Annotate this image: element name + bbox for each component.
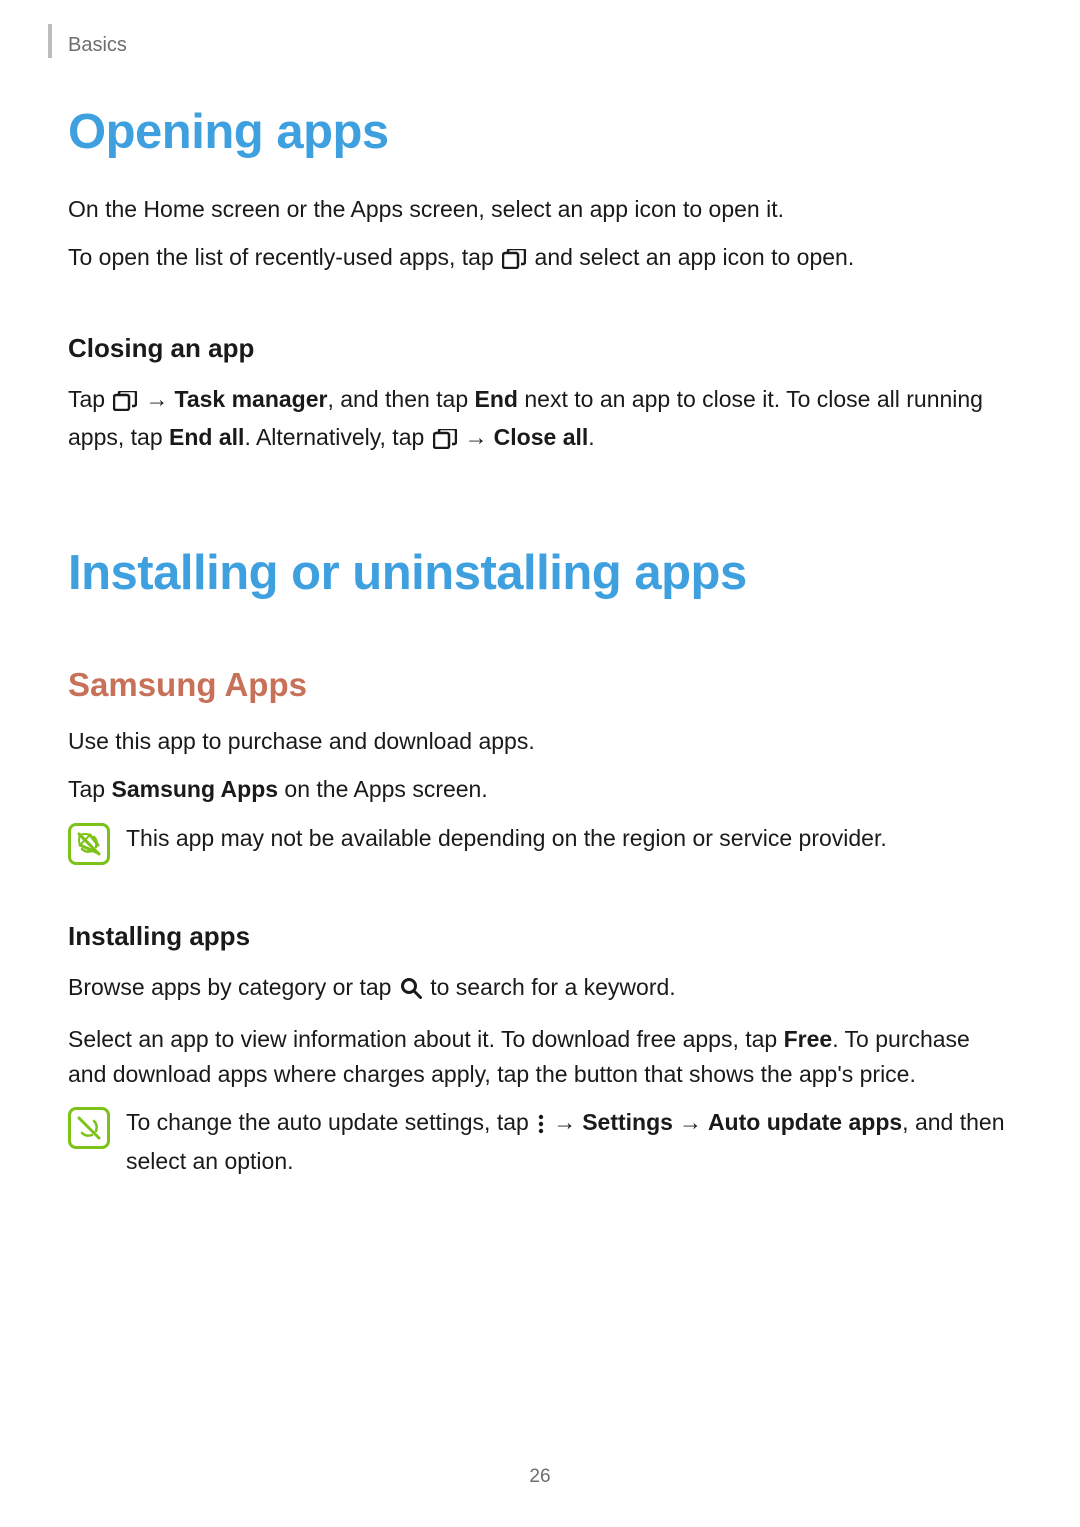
heading-opening-apps: Opening apps <box>68 96 1012 170</box>
more-options-icon <box>537 1109 545 1144</box>
label-settings: Settings <box>582 1109 673 1135</box>
label-free: Free <box>784 1026 833 1052</box>
text-segment: , and then tap <box>327 386 474 412</box>
heading-closing-an-app: Closing an app <box>68 329 1012 368</box>
text-segment: Select an app to view information about … <box>68 1026 784 1052</box>
recent-apps-icon <box>433 424 457 459</box>
note-text: This app may not be available depending … <box>126 821 1012 856</box>
heading-samsung-apps: Samsung Apps <box>68 660 1012 710</box>
note-icon <box>68 1107 110 1149</box>
text-segment: Tap <box>68 386 111 412</box>
paragraph-install-2: Select an app to view information about … <box>68 1022 1012 1091</box>
recent-apps-icon <box>502 244 526 279</box>
arrow-icon: → <box>553 1109 576 1135</box>
text-segment: and select an app icon to open. <box>528 244 854 270</box>
text-segment: To change the auto update settings, tap <box>126 1109 535 1135</box>
label-close-all: Close all <box>494 424 589 450</box>
header-divider <box>48 24 52 58</box>
page-content: Opening apps On the Home screen or the A… <box>68 96 1012 1194</box>
label-end-all: End all <box>169 424 244 450</box>
paragraph-opening-1: On the Home screen or the Apps screen, s… <box>68 192 1012 227</box>
recent-apps-icon <box>113 386 137 421</box>
paragraph-samsung-2: Tap Samsung Apps on the Apps screen. <box>68 772 1012 807</box>
text-segment: . Alternatively, tap <box>244 424 430 450</box>
note-block: To change the auto update settings, tap … <box>68 1105 1012 1178</box>
text-segment: Tap <box>68 776 111 802</box>
paragraph-samsung-1: Use this app to purchase and download ap… <box>68 724 1012 759</box>
text-segment: to search for a keyword. <box>424 974 676 1000</box>
search-icon <box>400 974 422 1009</box>
label-task-manager: Task manager <box>174 386 327 412</box>
label-auto-update-apps: Auto update apps <box>708 1109 902 1135</box>
paragraph-install-1: Browse apps by category or tap to search… <box>68 970 1012 1009</box>
text-segment: To open the list of recently-used apps, … <box>68 244 500 270</box>
text-segment: . <box>588 424 594 450</box>
paragraph-closing: Tap →Task manager, and then tap End next… <box>68 382 1012 459</box>
paragraph-opening-2: To open the list of recently-used apps, … <box>68 240 1012 279</box>
arrow-icon: → <box>465 424 488 450</box>
text-segment: Browse apps by category or tap <box>68 974 398 1000</box>
text-segment: on the Apps screen. <box>278 776 488 802</box>
arrow-icon: → <box>145 386 168 412</box>
note-icon <box>68 823 110 865</box>
heading-installing-apps: Installing apps <box>68 917 1012 956</box>
note-text: To change the auto update settings, tap … <box>126 1105 1012 1178</box>
note-block: This app may not be available depending … <box>68 821 1012 865</box>
label-end: End <box>475 386 518 412</box>
page-number: 26 <box>0 1463 1080 1492</box>
heading-installing-uninstalling: Installing or uninstalling apps <box>68 537 1012 611</box>
label-samsung-apps: Samsung Apps <box>111 776 278 802</box>
section-label: Basics <box>68 30 127 60</box>
arrow-icon: → <box>679 1109 702 1135</box>
